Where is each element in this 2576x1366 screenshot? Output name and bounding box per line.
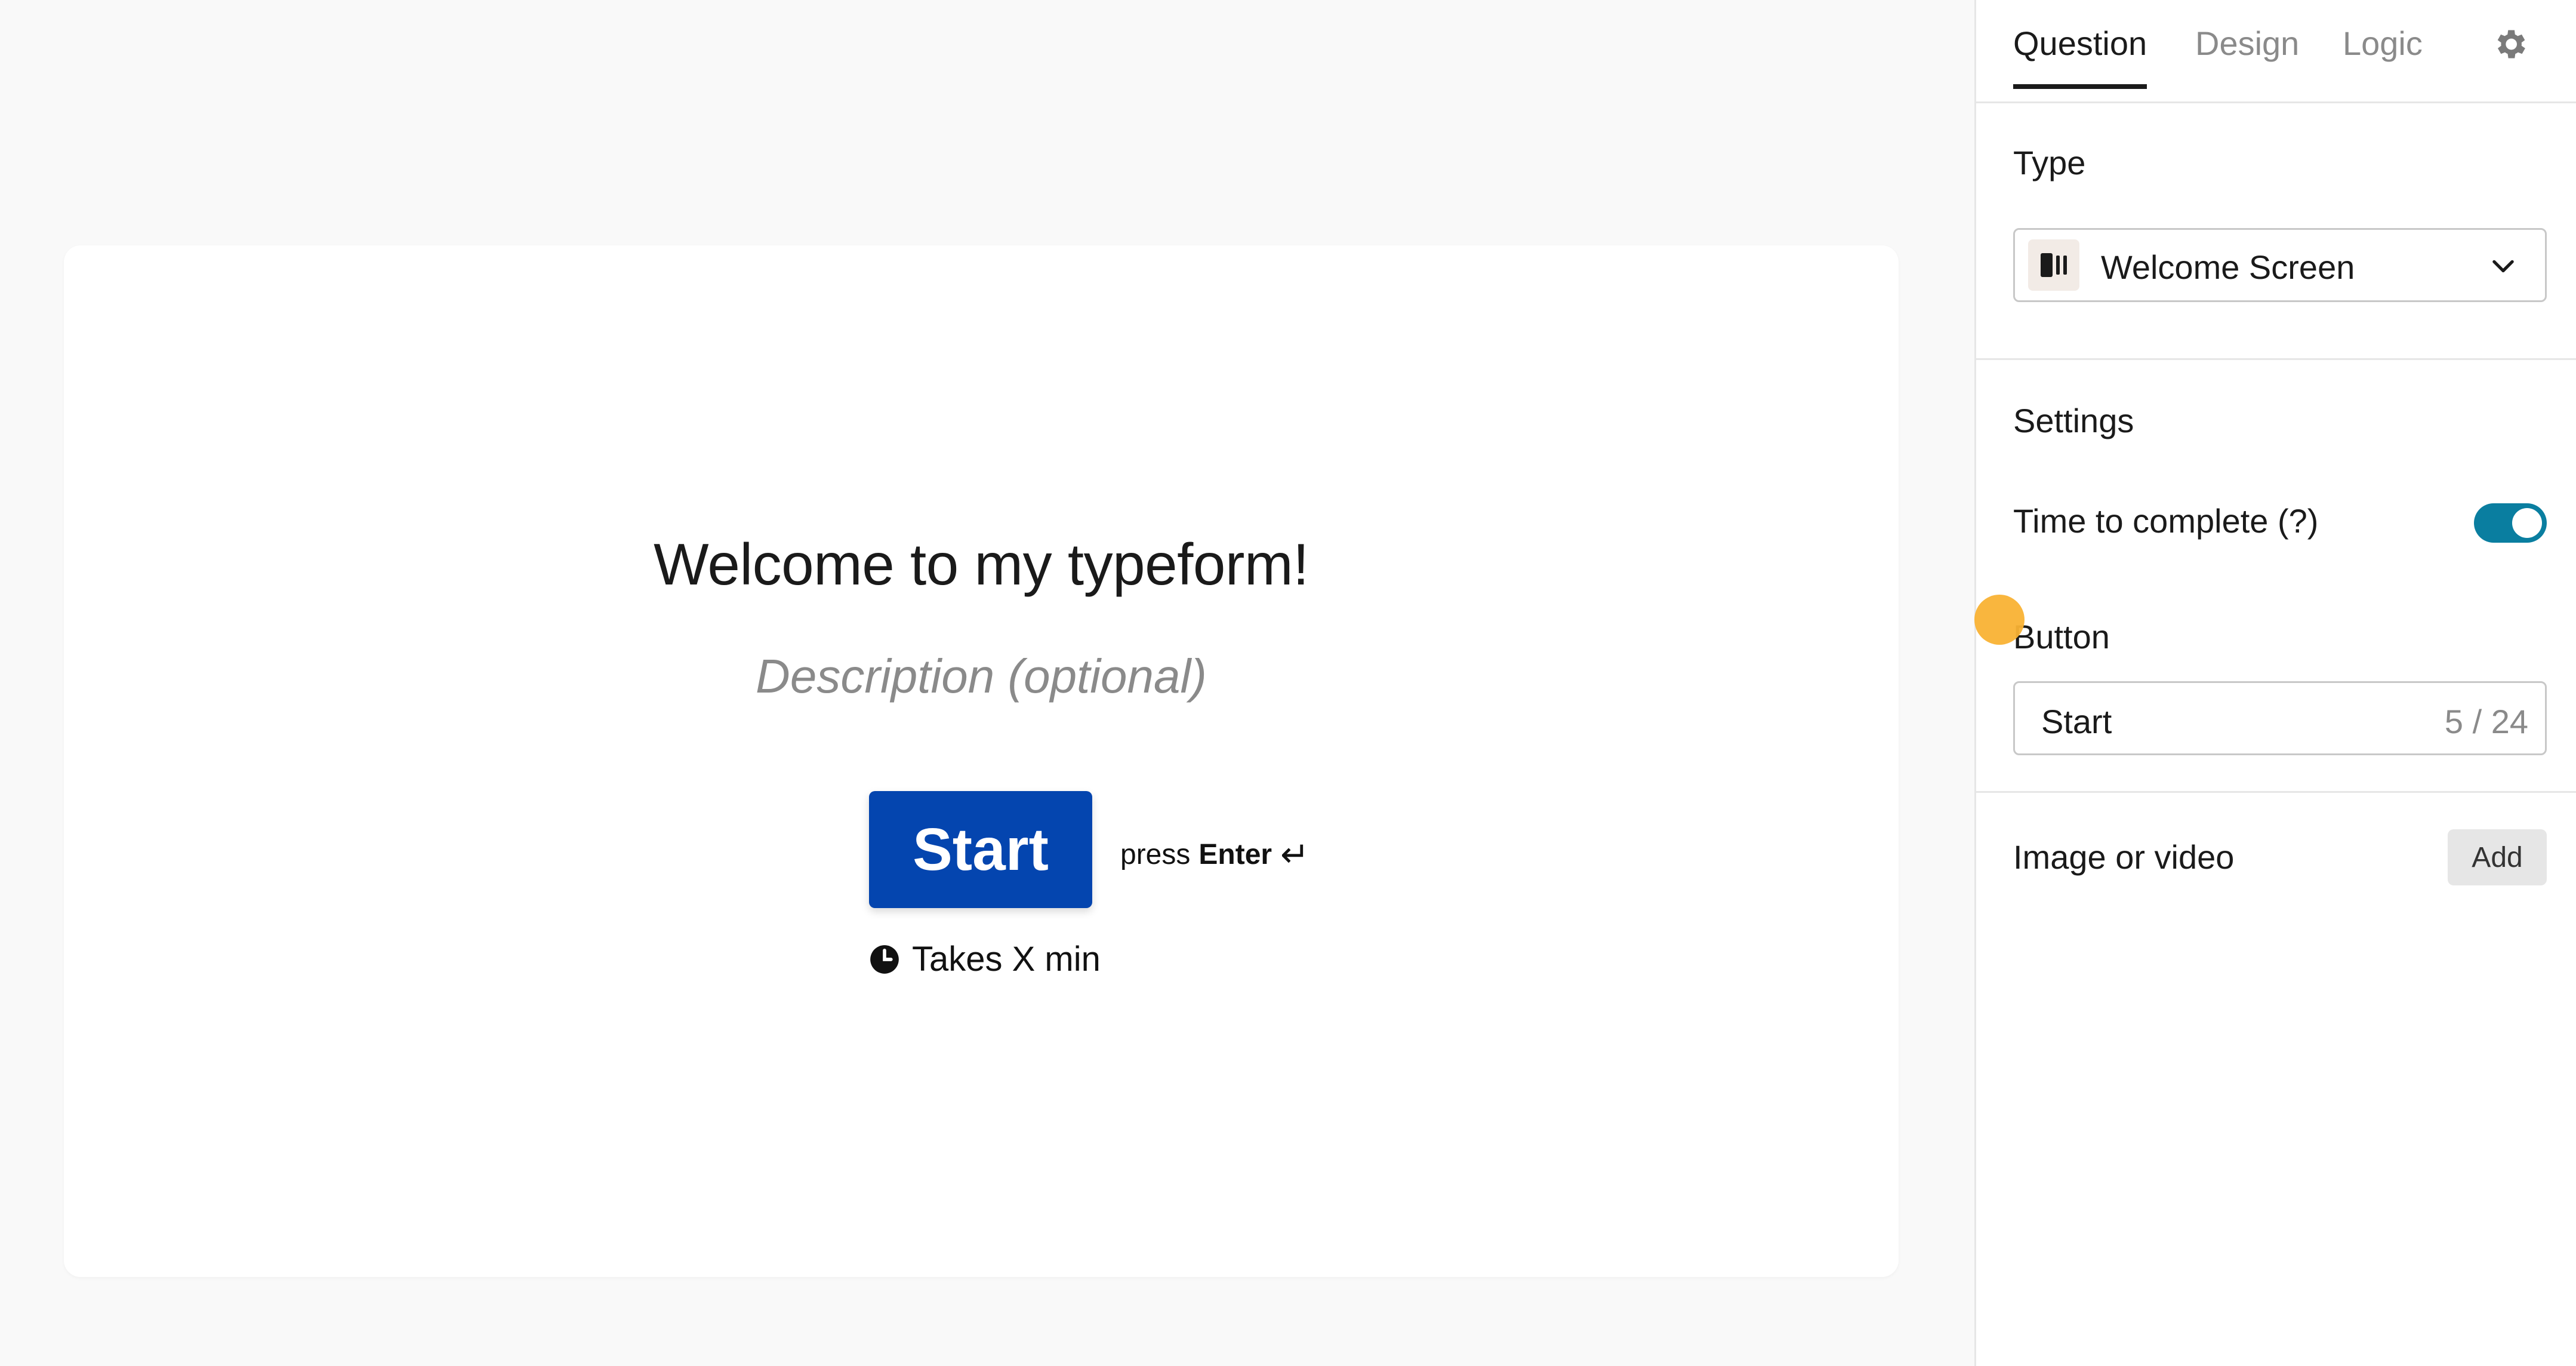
press-label: press: [1120, 838, 1191, 870]
panel-tabs: Question Design Logic: [1976, 0, 2576, 103]
question-settings-panel: Question Design Logic Type Welcome Scree…: [1974, 0, 2576, 1366]
enter-key-label: Enter: [1198, 838, 1272, 870]
divider: [1976, 791, 2576, 793]
tab-logic[interactable]: Logic: [2343, 24, 2423, 87]
press-enter-hint: press Enter ↵: [1120, 834, 1309, 875]
button-heading: Button: [2013, 618, 2110, 656]
tab-question[interactable]: Question: [2013, 24, 2147, 89]
clock-icon: [870, 944, 899, 974]
welcome-title[interactable]: Welcome to my typeform!: [64, 531, 1899, 598]
selected-type-label: Welcome Screen: [2101, 248, 2355, 286]
chevron-down-icon: [2492, 260, 2514, 273]
time-to-complete-toggle[interactable]: [2474, 503, 2547, 543]
toggle-knob: [2512, 508, 2542, 538]
description-field[interactable]: Description (optional): [64, 649, 1899, 704]
question-type-select[interactable]: Welcome Screen: [2013, 228, 2547, 302]
gear-icon[interactable]: [2491, 25, 2529, 63]
canvas-area: Welcome to my typeform! Description (opt…: [0, 0, 1974, 1366]
settings-heading: Settings: [2013, 402, 2134, 439]
button-text-input[interactable]: Start 5 / 24: [2013, 681, 2547, 755]
add-media-button[interactable]: Add: [2448, 829, 2547, 885]
type-heading: Type: [2013, 144, 2086, 181]
time-to-complete-label: Time to complete (?): [2013, 502, 2319, 540]
welcome-screen-icon: [2028, 239, 2079, 291]
character-counter: 5 / 24: [2444, 703, 2528, 740]
button-text-value: Start: [2041, 703, 2112, 740]
start-button[interactable]: Start: [869, 791, 1092, 908]
time-to-complete-note: Takes X min: [869, 939, 1101, 979]
image-or-video-label: Image or video: [2013, 838, 2235, 876]
divider: [1976, 358, 2576, 360]
tab-design[interactable]: Design: [2195, 24, 2299, 87]
enter-icon: ↵: [1280, 835, 1309, 874]
time-label: Takes X min: [912, 940, 1101, 979]
welcome-screen-preview[interactable]: Welcome to my typeform! Description (opt…: [64, 245, 1899, 1277]
cursor-indicator: [1974, 595, 2025, 645]
